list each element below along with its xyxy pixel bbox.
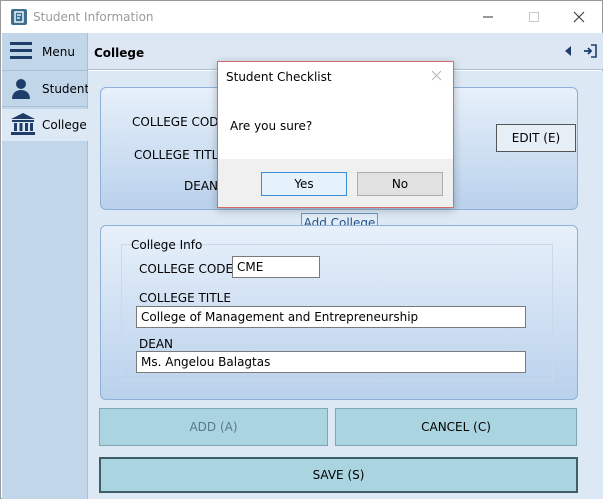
college-title-field-label: COLLEGE TITLE [139,291,231,305]
close-icon [431,70,442,81]
app-icon [11,9,27,25]
sidebar-item-label: College [42,118,87,132]
logout-button[interactable] [583,44,597,61]
college-info-group: College Info COLLEGE CODE CME COLLEGE TI… [121,238,553,381]
dialog-title: Student Checklist [226,70,332,84]
maximize-button[interactable] [519,7,549,27]
minimize-button[interactable] [473,7,503,27]
user-icon [10,77,32,102]
title-bar: Student Information [1,1,602,33]
app-window: Student Information Menu Student College… [0,0,603,499]
close-button[interactable] [564,7,594,27]
edit-button[interactable]: EDIT (E) [496,124,576,152]
sidebar-item-label: Menu [42,44,75,59]
sidebar-item-college[interactable]: College [2,109,88,141]
college-title-input[interactable]: College of Management and Entrepreneursh… [136,306,526,328]
sidebar-item-student[interactable]: Student [2,72,90,107]
dialog-close-button[interactable] [431,70,442,84]
college-code-field-label: COLLEGE CODE [139,262,234,276]
dean-field-label: DEAN [139,337,174,351]
institution-icon [10,112,36,138]
dean-label: DEAN [184,179,219,193]
college-code-input[interactable]: CME [232,256,320,278]
dialog-message: Are you sure? [230,119,313,133]
close-icon [573,11,585,23]
yes-button[interactable]: Yes [261,172,347,196]
save-button[interactable]: SAVE (S) [99,457,578,493]
cancel-button[interactable]: CANCEL (C) [335,408,577,446]
college-info-panel: College Info COLLEGE CODE CME COLLEGE TI… [100,225,578,400]
maximize-icon [529,12,539,22]
window-title: Student Information [33,10,154,24]
hamburger-icon [10,40,34,63]
page-title: College [94,46,145,60]
college-title-label: COLLEGE TITLE [134,148,226,162]
dean-input[interactable]: Ms. Angelou Balagtas [136,351,526,373]
no-button[interactable]: No [357,172,443,196]
add-button[interactable]: ADD (A) [99,408,328,446]
sidebar-item-menu[interactable]: Menu [2,33,88,71]
exit-icon [584,44,597,58]
dialog-footer: Yes No [218,159,453,207]
confirm-dialog: Student Checklist Are you sure? Yes No [217,61,454,208]
collapse-button[interactable] [563,45,573,60]
college-code-label: COLLEGE CODE [132,115,227,129]
arrow-left-icon [565,46,571,56]
group-title: College Info [131,238,203,252]
minimize-icon [483,16,493,18]
sidebar: Menu Student College [2,33,90,499]
sidebar-item-label: Student [42,82,90,96]
